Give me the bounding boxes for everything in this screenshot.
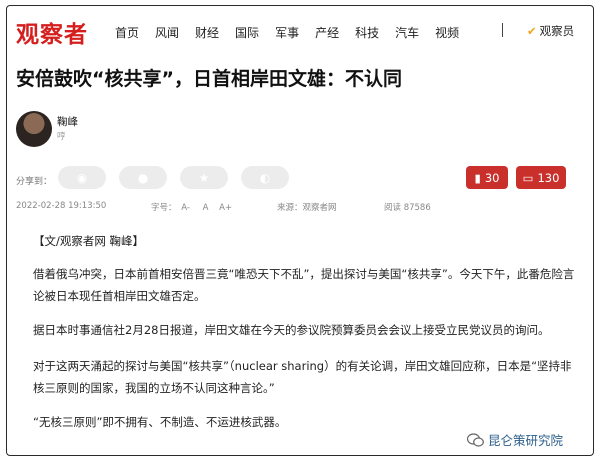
publish-date: 2022-02-28 19:13:50 [16, 201, 107, 211]
nav-item-finance[interactable]: 财经 [195, 24, 219, 41]
article-title: 安倍鼓吹“核共享”，日首相岸田文雄：不认同 [16, 68, 402, 90]
read-count: 阅读 87586 [384, 203, 431, 213]
share-qq-button[interactable]: ● [119, 166, 167, 189]
comment-count: 130 [537, 170, 560, 185]
nav-item-tech[interactable]: 科技 [355, 24, 379, 41]
watermark-text: 昆仑策研究院 [488, 433, 564, 448]
comment-button[interactable]: ▭ 130 [516, 166, 566, 189]
nav-item-industry[interactable]: 产经 [315, 24, 339, 41]
bookmark-button[interactable]: ▮ 30 [466, 166, 508, 189]
font-size-label: 字号： [151, 203, 177, 213]
nav-item-auto[interactable]: 汽车 [395, 24, 419, 41]
weibo-icon: ◉ [76, 170, 88, 185]
star-icon: ★ [198, 170, 210, 185]
vip-icon: ✔ [527, 24, 537, 38]
site-header: 观察者 首页 风闻 财经 国际 军事 产经 科技 汽车 视频 ✔ 观察员 [7, 6, 593, 54]
paragraph-2: 据日本时事通信社2月28日报道，岸田文雄在今天的参议院预算委员会会议上接受立民党… [33, 323, 550, 337]
member-label: 观察员 [539, 24, 575, 38]
main-nav: 首页 风闻 财经 国际 军事 产经 科技 汽车 视频 [115, 24, 475, 41]
member-link[interactable]: ✔ 观察员 [527, 23, 574, 39]
article-page: 观察者 首页 风闻 财经 国际 军事 产经 科技 汽车 视频 ✔ 观察员 安倍鼓吹“核共享”，日首… [6, 5, 594, 456]
wechat-icon: ◐ [259, 170, 271, 185]
comment-icon: ▭ [522, 170, 534, 185]
site-logo[interactable]: 观察者 [16, 15, 88, 49]
nav-item-military[interactable]: 军事 [275, 24, 299, 41]
share-weibo-button[interactable]: ◉ [58, 166, 106, 189]
paragraph-1: 借着俄乌冲突，日本前首相安倍晋三竟“唯恐天下不乱”，提出探讨与美国“核共享”。今… [33, 267, 575, 303]
share-wechat-button[interactable]: ◐ [241, 166, 289, 189]
nav-divider [502, 23, 503, 37]
share-favorite-button[interactable]: ★ [180, 166, 228, 189]
nav-item-international[interactable]: 国际 [235, 24, 259, 41]
font-size-increase[interactable]: A+ [219, 203, 232, 213]
nav-item-home[interactable]: 首页 [115, 24, 139, 41]
author-avatar[interactable] [16, 111, 52, 147]
bookmark-icon: ▮ [474, 170, 481, 185]
paragraph-3: 对于这两天涌起的探讨与美国“核共享”（nuclear sharing）的有关论调… [33, 359, 572, 395]
paragraph-byline: 【文/观察者网 鞠峰】 [33, 234, 145, 248]
author-subtitle: 哼 [57, 132, 66, 142]
share-label: 分享到： [16, 177, 53, 187]
wechat-icon [467, 433, 484, 447]
font-size-decrease[interactable]: A- [181, 203, 190, 213]
font-size-normal[interactable]: A [203, 203, 209, 213]
author-name[interactable]: 鞠峰 [57, 114, 78, 129]
watermark: 昆仑策研究院 [467, 430, 563, 449]
font-size-control: 字号： A- A A+ [151, 201, 232, 213]
nav-item-video[interactable]: 视频 [435, 24, 459, 41]
article-source: 来源：观察者网 [277, 203, 337, 213]
bookmark-count: 30 [484, 170, 500, 185]
qq-icon: ● [137, 170, 149, 185]
nav-item-fengwen[interactable]: 风闻 [155, 24, 179, 41]
